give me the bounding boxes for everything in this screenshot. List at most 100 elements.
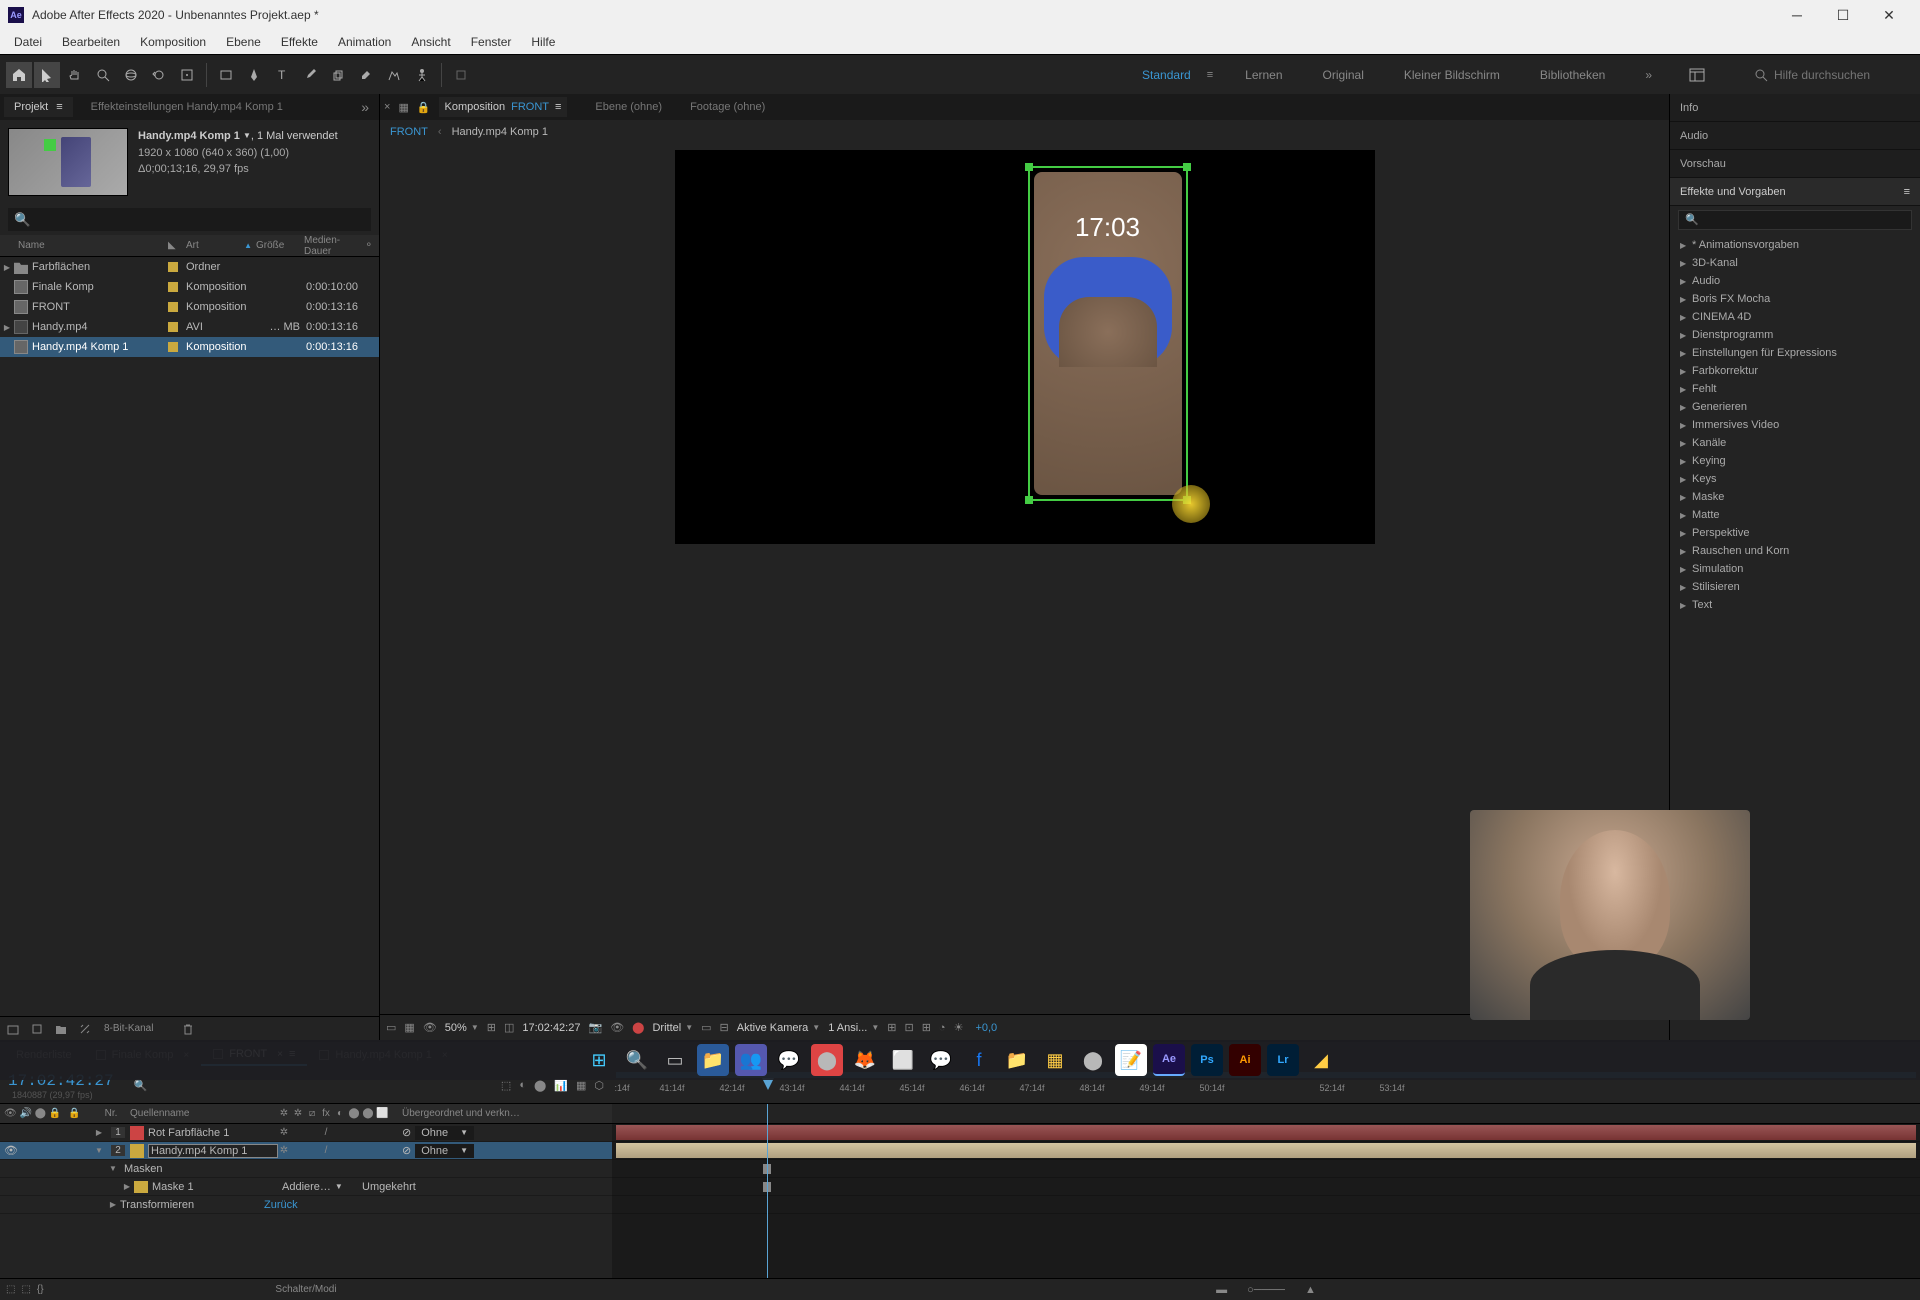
rectangle-tool[interactable]: [213, 62, 239, 88]
mask-toggle-icon[interactable]: 👁: [423, 1021, 437, 1034]
breadcrumb-current[interactable]: FRONT: [390, 126, 428, 138]
timeline-icon[interactable]: ⊟: [720, 1021, 729, 1034]
menu-komposition[interactable]: Komposition: [130, 31, 216, 53]
3d-ground-icon[interactable]: ⊞: [922, 1021, 931, 1034]
resolution-dropdown[interactable]: Drittel▼: [652, 1022, 693, 1034]
timeline-search-icon[interactable]: 🔍: [134, 1079, 148, 1092]
interpret-footage-icon[interactable]: [4, 1020, 22, 1038]
minimize-button[interactable]: ─: [1774, 0, 1820, 30]
obs-icon[interactable]: ⬤: [1077, 1044, 1109, 1076]
explorer-icon[interactable]: 📁: [697, 1044, 729, 1076]
folder-icon[interactable]: 📁: [1001, 1044, 1033, 1076]
show-snapshot-icon[interactable]: 👁: [610, 1021, 624, 1034]
always-preview-icon[interactable]: ▭: [386, 1021, 396, 1034]
tl-graph-icon[interactable]: 📊: [554, 1079, 568, 1092]
start-button[interactable]: ⊞: [583, 1044, 615, 1076]
mask-handle-tr[interactable]: [1183, 163, 1191, 171]
project-bit-depth[interactable]: 8-Bit-Kanal: [104, 1023, 153, 1034]
new-folder-icon[interactable]: [52, 1020, 70, 1038]
photoshop-icon[interactable]: Ps: [1191, 1044, 1223, 1076]
menu-effekte[interactable]: Effekte: [271, 31, 328, 53]
app-icon-3[interactable]: ◢: [1305, 1044, 1337, 1076]
red-app-icon[interactable]: ⬤: [811, 1044, 843, 1076]
tl-brainstorm-icon[interactable]: ⬡: [594, 1079, 604, 1092]
workspace-reset-icon[interactable]: [1684, 62, 1710, 88]
mask1-name[interactable]: Maske 1: [152, 1181, 282, 1193]
project-item[interactable]: Handy.mp4 Komp 1Komposition0:00:13:16: [0, 337, 379, 357]
toggle-modes-icon[interactable]: ⬚: [21, 1284, 30, 1295]
panel-audio[interactable]: Audio: [1670, 122, 1920, 150]
transform-group[interactable]: Transformieren: [120, 1199, 264, 1211]
effect-category[interactable]: ▶Boris FX Mocha: [1670, 290, 1920, 308]
facebook-icon[interactable]: f: [963, 1044, 995, 1076]
roto-tool[interactable]: [381, 62, 407, 88]
brush-tool[interactable]: [297, 62, 323, 88]
track-bar-layer2[interactable]: [616, 1143, 1916, 1158]
comp-close-icon[interactable]: ×: [384, 101, 390, 113]
snapping-toggle[interactable]: [448, 62, 474, 88]
mask1-twisty[interactable]: ▶: [120, 1182, 134, 1191]
snapshot-icon[interactable]: 📷: [588, 1021, 602, 1034]
tl-frameblend-icon[interactable]: ◐: [519, 1079, 526, 1092]
layer-row[interactable]: ▶ 1 Rot Farbfläche 1 ✲/ ⊘Ohne▼: [0, 1124, 612, 1142]
effect-category[interactable]: ▶Audio: [1670, 272, 1920, 290]
effect-category[interactable]: ▶Fehlt: [1670, 380, 1920, 398]
comp-tab-footage[interactable]: Footage (ohne): [690, 101, 765, 113]
menu-datei[interactable]: Datei: [4, 31, 52, 53]
maximize-button[interactable]: ☐: [1820, 0, 1866, 30]
effect-category[interactable]: ▶Text: [1670, 596, 1920, 614]
effects-search-input[interactable]: [1678, 210, 1912, 230]
effect-category[interactable]: ▶Immersives Video: [1670, 416, 1920, 434]
anchor-tool[interactable]: [174, 62, 200, 88]
menu-ebene[interactable]: Ebene: [216, 31, 271, 53]
region-icon[interactable]: ◫: [504, 1021, 514, 1034]
workspace-overflow[interactable]: »: [1637, 64, 1660, 86]
mask-color-swatch[interactable]: [134, 1181, 148, 1193]
effect-category[interactable]: ▶Generieren: [1670, 398, 1920, 416]
views-dropdown[interactable]: 1 Ansi...▼: [828, 1022, 879, 1034]
task-view[interactable]: ▭: [659, 1044, 691, 1076]
new-comp-icon[interactable]: [28, 1020, 46, 1038]
taskbar-search[interactable]: 🔍: [621, 1044, 653, 1076]
zoom-in-icon[interactable]: ▲: [1305, 1284, 1316, 1296]
viewer-canvas[interactable]: [675, 150, 1375, 544]
channel-icon[interactable]: ⬤: [632, 1021, 644, 1034]
pixel-aspect-icon[interactable]: ⊞: [887, 1021, 896, 1034]
firefox-icon[interactable]: 🦊: [849, 1044, 881, 1076]
mask-outline[interactable]: [1028, 166, 1188, 501]
layer-row[interactable]: 👁 ▼ 2 Handy.mp4 Komp 1 ✲/ ⊘Ohne▼: [0, 1142, 612, 1160]
exposure-icon[interactable]: ☀: [954, 1021, 964, 1034]
app-icon-1[interactable]: ⬜: [887, 1044, 919, 1076]
toggle-inout-icon[interactable]: {}: [37, 1284, 44, 1295]
masks-group[interactable]: Masken: [120, 1163, 612, 1175]
workspace-original[interactable]: Original: [1315, 64, 1372, 86]
effect-category[interactable]: ▶Rauschen und Korn: [1670, 542, 1920, 560]
viewer-timecode[interactable]: 17:02:42:27: [522, 1022, 580, 1034]
hand-tool[interactable]: [62, 62, 88, 88]
menu-fenster[interactable]: Fenster: [461, 31, 522, 53]
col-size[interactable]: Größe: [256, 240, 304, 251]
effect-settings-tab[interactable]: Effekteinstellungen Handy.mp4 Komp 1: [81, 97, 293, 117]
project-tab[interactable]: Projekt≡: [4, 97, 73, 117]
fast-preview-icon[interactable]: ▭: [701, 1021, 711, 1034]
resolution-icon[interactable]: ⊞: [487, 1021, 496, 1034]
zoom-dropdown[interactable]: 50%▼: [445, 1022, 479, 1034]
tl-draft3d-icon[interactable]: ▦: [576, 1079, 586, 1092]
project-item[interactable]: ▶FarbflächenOrdner: [0, 257, 379, 277]
transform-twisty[interactable]: ▶: [106, 1200, 120, 1209]
effect-category[interactable]: ▶Keying: [1670, 452, 1920, 470]
project-item[interactable]: ▶Handy.mp4AVI… MB0:00:13:16: [0, 317, 379, 337]
footer-switches-label[interactable]: Schalter/Modi: [275, 1284, 336, 1295]
workspace-kleiner[interactable]: Kleiner Bildschirm: [1396, 64, 1508, 86]
text-tool[interactable]: T: [269, 62, 295, 88]
comp-tab-layer[interactable]: Ebene (ohne): [595, 101, 662, 113]
project-item[interactable]: FRONTKomposition0:00:13:16: [0, 297, 379, 317]
effect-category[interactable]: ▶Simulation: [1670, 560, 1920, 578]
project-search-input[interactable]: [8, 208, 371, 231]
panel-effects[interactable]: Effekte und Vorgaben≡: [1670, 178, 1920, 206]
effect-category[interactable]: ▶3D-Kanal: [1670, 254, 1920, 272]
tl-motionblur-icon[interactable]: ⬤: [534, 1079, 546, 1092]
effects-panel-menu[interactable]: ≡: [1904, 186, 1910, 198]
mask-mode-dropdown[interactable]: Addiere…: [282, 1181, 331, 1193]
help-search[interactable]: [1754, 68, 1914, 82]
